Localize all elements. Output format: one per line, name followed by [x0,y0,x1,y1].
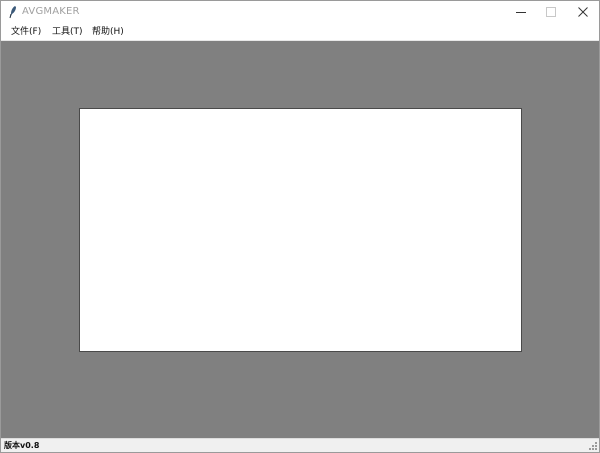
quill-icon [9,6,16,19]
close-icon [578,7,588,17]
window-title: AVGMAKER [22,6,80,17]
version-label: 版本v0.8 [4,441,40,450]
maximize-icon [546,7,556,17]
menu-bar: 文件(F) 工具(T) 帮助(H) [1,23,599,41]
menu-tools[interactable]: 工具(T) [50,25,85,39]
status-bar: 版本v0.8 [1,438,599,452]
resize-grip-icon[interactable] [588,441,598,451]
title-bar[interactable]: AVGMAKER [1,1,599,23]
menu-file[interactable]: 文件(F) [9,25,43,39]
maximize-button[interactable] [535,1,567,23]
workspace-area [1,41,599,438]
app-window: AVGMAKER 文件(F) 工具(T) 帮助(H) 版本v0.8 [0,0,600,453]
menu-help[interactable]: 帮助(H) [90,25,126,39]
minimize-button[interactable] [505,1,537,23]
editor-canvas[interactable] [79,108,522,352]
close-button[interactable] [567,1,599,23]
minimize-icon [516,12,526,13]
